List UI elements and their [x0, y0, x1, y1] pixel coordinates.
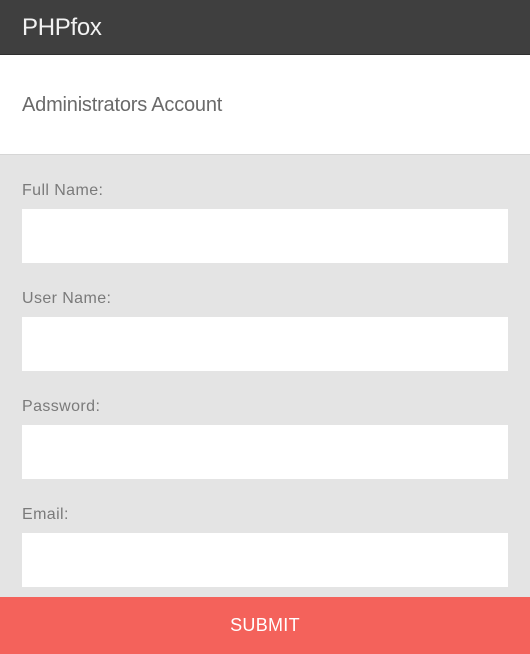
page-title: Administrators Account	[22, 94, 223, 116]
full-name-label: Full Name:	[22, 182, 104, 199]
title-panel: Administrators Account	[0, 55, 530, 155]
email-input[interactable]	[22, 533, 508, 587]
user-name-label: User Name:	[22, 290, 112, 307]
submit-button[interactable]: SUBMIT	[0, 597, 530, 654]
password-label: Password:	[22, 398, 101, 415]
user-name-input[interactable]	[22, 317, 508, 371]
brand-logo[interactable]: PHPfox	[22, 13, 102, 43]
full-name-input[interactable]	[22, 209, 508, 263]
password-input[interactable]	[22, 425, 508, 479]
top-bar: PHPfox	[0, 0, 530, 55]
email-label: Email:	[22, 506, 69, 523]
admin-account-form: Full Name: User Name: Password: Email:	[0, 155, 530, 597]
